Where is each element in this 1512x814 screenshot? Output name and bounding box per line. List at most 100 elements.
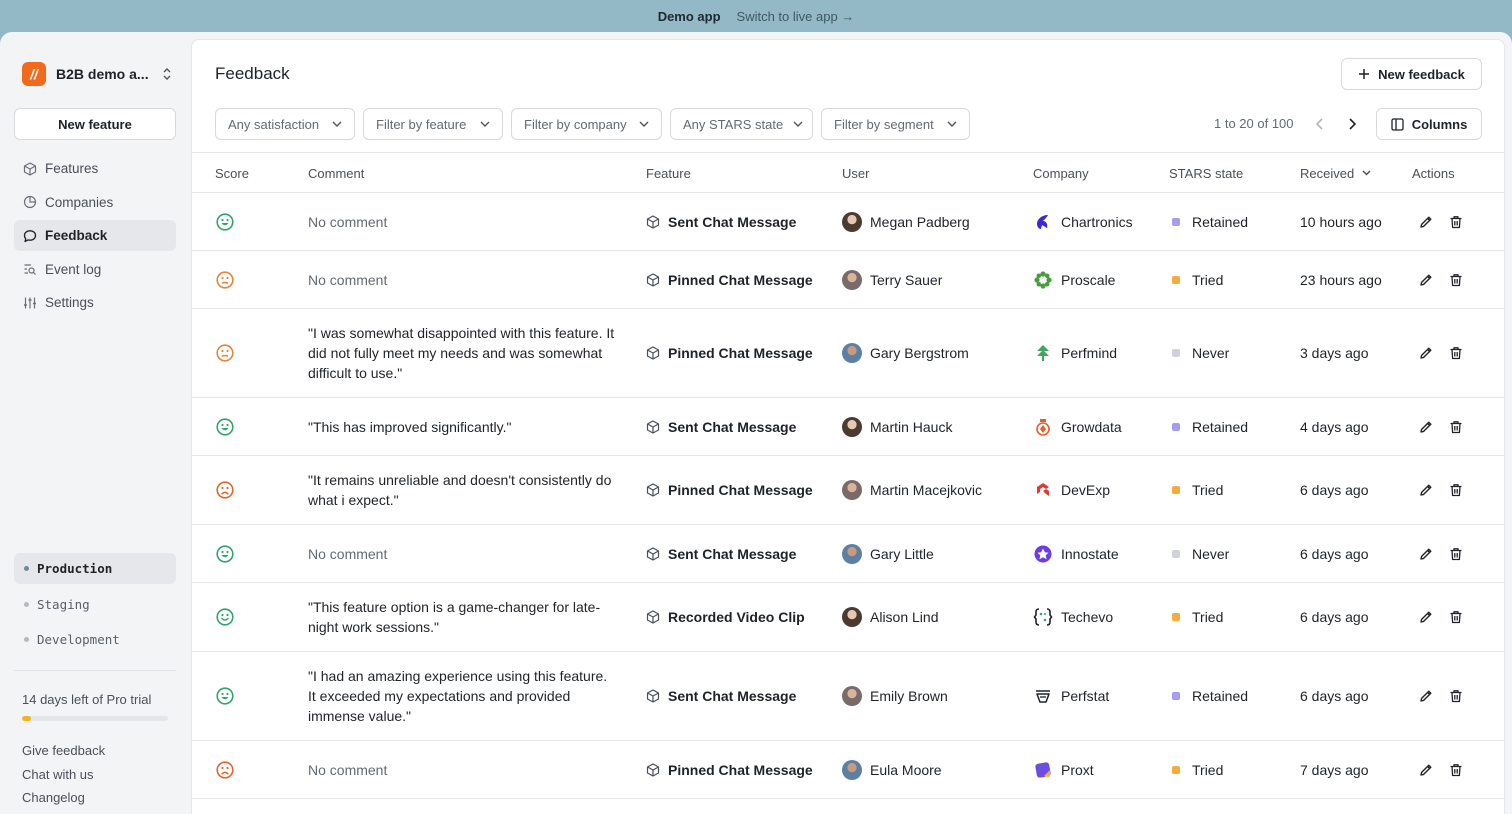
header-received[interactable]: Received <box>1300 153 1371 193</box>
header-score[interactable]: Score <box>215 153 249 193</box>
edit-pencil-icon[interactable] <box>1418 546 1434 562</box>
company-cell[interactable]: Perfstat <box>1033 652 1109 740</box>
user-cell[interactable]: Megan Padberg <box>842 193 970 250</box>
footer-link-chat-with-us[interactable]: Chat with us <box>22 766 105 790</box>
table-row[interactable]: "This has improved significantly." Sent C… <box>192 398 1504 456</box>
cube-icon <box>646 419 660 434</box>
environment-production[interactable]: Production <box>14 553 176 584</box>
delete-trash-icon[interactable] <box>1448 345 1464 361</box>
columns-button[interactable]: Columns <box>1376 108 1482 140</box>
header-feature[interactable]: Feature <box>646 153 691 193</box>
company-cell[interactable]: Techevo <box>1033 583 1113 651</box>
feature-cell[interactable]: Sent Chat Message <box>646 652 796 740</box>
sidebar-item-feedback[interactable]: Feedback <box>14 220 176 251</box>
filter-dropdown-2[interactable]: Filter by feature <box>363 108 503 140</box>
table-row[interactable]: No comment Pinned Chat Message Eula Moore P… <box>192 741 1504 799</box>
new-feedback-button[interactable]: New feedback <box>1341 58 1482 90</box>
environment-staging[interactable]: Staging <box>14 589 176 620</box>
table-row[interactable]: No comment Sent Chat Message Gary Little In… <box>192 525 1504 583</box>
header-comment[interactable]: Comment <box>308 153 364 193</box>
table-row[interactable]: "It remains unreliable and doesn't consi… <box>192 456 1504 525</box>
trial-progress-bar <box>22 716 168 721</box>
user-cell[interactable]: Martin Macejkovic <box>842 456 982 524</box>
feature-cell[interactable]: Sent Chat Message <box>646 398 796 455</box>
table-row[interactable]: No comment Pinned Chat Message Terry Sauer… <box>192 251 1504 309</box>
filter-dropdown-1[interactable]: Any satisfaction <box>215 108 355 140</box>
edit-pencil-icon[interactable] <box>1418 482 1434 498</box>
filter-dropdown-5[interactable]: Filter by segment <box>821 108 970 140</box>
header-stars-state[interactable]: STARS state <box>1169 153 1243 193</box>
delete-trash-icon[interactable] <box>1448 688 1464 704</box>
delete-trash-icon[interactable] <box>1448 214 1464 230</box>
feature-cell[interactable]: Recorded Video Clip <box>646 583 805 651</box>
company-cell[interactable]: Proxt <box>1033 741 1094 798</box>
delete-trash-icon[interactable] <box>1448 419 1464 435</box>
company-cell[interactable]: DevExp <box>1033 456 1110 524</box>
header-company[interactable]: Company <box>1033 153 1089 193</box>
received-time: 6 days ago <box>1300 688 1369 704</box>
user-name: Eula Moore <box>870 761 942 778</box>
row-actions <box>1418 193 1464 250</box>
sidebar-item-companies[interactable]: Companies <box>14 187 176 218</box>
header-user[interactable]: User <box>842 153 869 193</box>
received-time: 3 days ago <box>1300 345 1369 361</box>
feature-cell[interactable]: Pinned Chat Message <box>646 309 813 397</box>
edit-pencil-icon[interactable] <box>1418 419 1434 435</box>
previous-page-button[interactable] <box>1310 114 1330 134</box>
stars-state-label: Tried <box>1192 609 1224 625</box>
new-feature-button[interactable]: New feature <box>14 108 176 140</box>
next-page-button[interactable] <box>1342 114 1362 134</box>
edit-pencil-icon[interactable] <box>1418 272 1434 288</box>
cube-icon <box>646 546 660 561</box>
delete-trash-icon[interactable] <box>1448 482 1464 498</box>
delete-trash-icon[interactable] <box>1448 762 1464 778</box>
feature-cell[interactable]: Sent Chat Message <box>646 525 796 582</box>
sidebar-item-event-log[interactable]: Event log <box>14 254 176 285</box>
footer-link-changelog[interactable]: Changelog <box>22 789 105 813</box>
stars-state-indicator <box>1172 549 1180 558</box>
score-neutral-icon <box>216 251 236 308</box>
table-row[interactable]: "This feature option is a game-changer f… <box>192 583 1504 652</box>
user-cell[interactable]: Emily Brown <box>842 652 948 740</box>
filter-dropdown-3[interactable]: Filter by company <box>511 108 662 140</box>
delete-trash-icon[interactable] <box>1448 272 1464 288</box>
delete-trash-icon[interactable] <box>1448 609 1464 625</box>
user-cell[interactable]: Gary Bergstrom <box>842 309 969 397</box>
company-name: Perfmind <box>1061 345 1118 361</box>
footer-link-give-feedback[interactable]: Give feedback <box>22 742 105 766</box>
company-cell[interactable]: Growdata <box>1033 398 1122 455</box>
edit-pencil-icon[interactable] <box>1418 609 1434 625</box>
edit-pencil-icon[interactable] <box>1418 688 1434 704</box>
table-row[interactable]: No comment Sent Chat Message Megan Padberg… <box>192 193 1504 251</box>
edit-pencil-icon[interactable] <box>1418 214 1434 230</box>
feature-cell[interactable]: Pinned Chat Message <box>646 456 813 524</box>
avatar <box>842 343 862 363</box>
company-name: Perfstat <box>1061 688 1110 704</box>
delete-trash-icon[interactable] <box>1448 546 1464 562</box>
company-name: Proscale <box>1061 271 1116 288</box>
feature-name: Sent Chat Message <box>668 213 797 230</box>
feature-cell[interactable]: Pinned Chat Message <box>646 741 813 798</box>
user-cell[interactable]: Gary Little <box>842 525 934 582</box>
company-cell[interactable]: Proscale <box>1033 251 1115 308</box>
feature-cell[interactable]: Sent Chat Message <box>646 193 796 250</box>
filter-dropdown-4[interactable]: Any STARS state <box>670 108 813 140</box>
org-switcher[interactable]: // B2B demo a... <box>22 62 172 86</box>
user-cell[interactable]: Martin Hauck <box>842 398 952 455</box>
user-cell[interactable]: Terry Sauer <box>842 251 942 308</box>
user-cell[interactable]: Alison Lind <box>842 583 939 651</box>
feature-name: Pinned Chat Message <box>668 345 813 361</box>
environment-development[interactable]: Development <box>14 624 176 655</box>
sidebar-item-settings[interactable]: Settings <box>14 287 176 318</box>
edit-pencil-icon[interactable] <box>1418 762 1434 778</box>
table-row[interactable]: "I was somewhat disappointed with this f… <box>192 309 1504 398</box>
feature-cell[interactable]: Pinned Chat Message <box>646 251 813 308</box>
company-cell[interactable]: Chartronics <box>1033 193 1133 250</box>
table-row[interactable]: "I had an amazing experience using this … <box>192 652 1504 741</box>
edit-pencil-icon[interactable] <box>1418 345 1434 361</box>
company-cell[interactable]: Perfmind <box>1033 309 1117 397</box>
user-cell[interactable]: Eula Moore <box>842 741 942 798</box>
switch-to-live-link[interactable]: Switch to live app → <box>737 9 855 24</box>
sidebar-item-features[interactable]: Features <box>14 153 176 184</box>
company-cell[interactable]: Innostate <box>1033 525 1119 582</box>
